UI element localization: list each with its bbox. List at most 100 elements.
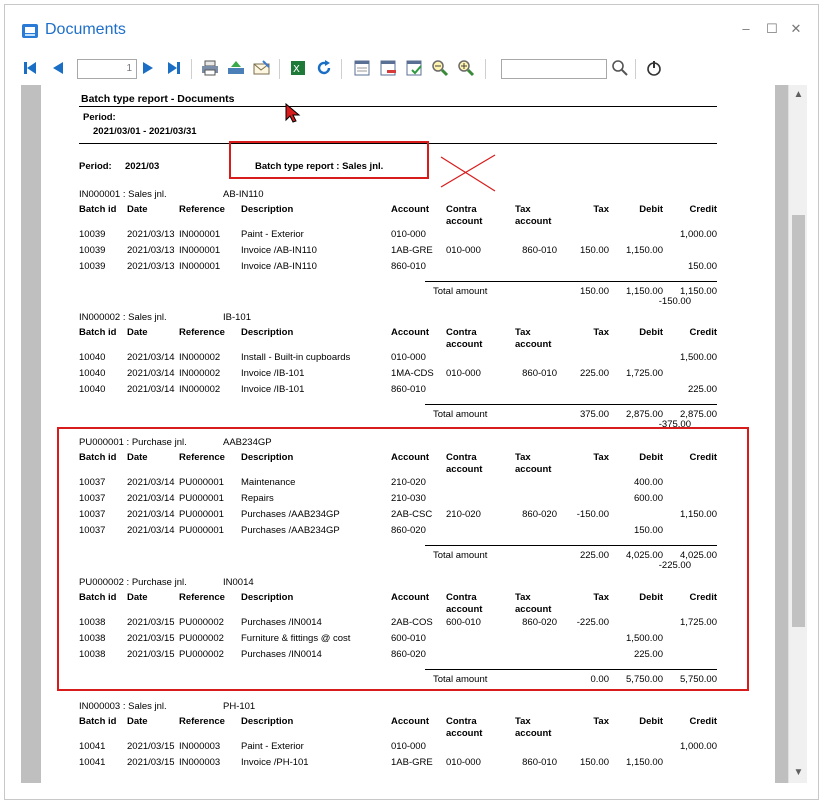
last-page-button[interactable]	[163, 57, 185, 79]
table-cell: IN000002	[179, 368, 221, 379]
column-header: Batch id	[79, 716, 117, 727]
total-label: Total amount	[433, 409, 488, 420]
table-cell: 010-000	[391, 741, 426, 752]
table-cell: 1,500.00	[680, 352, 717, 363]
table-cell: 10040	[79, 368, 106, 379]
column-header: Reference	[179, 716, 225, 727]
total-label: Total amount	[433, 286, 488, 297]
zoom-in-button[interactable]	[455, 57, 477, 79]
column-header: Debit	[639, 327, 663, 338]
scroll-up-icon[interactable]: ▲	[789, 87, 807, 103]
table-cell: 10039	[79, 245, 106, 256]
batch-heading: IN000002 : Sales jnl.	[79, 312, 167, 323]
column-header: Tax	[593, 327, 609, 338]
table-cell: 10039	[79, 229, 106, 240]
period-range: 2021/03/01 - 2021/03/31	[93, 126, 197, 137]
next-page-button[interactable]	[137, 57, 159, 79]
first-page-button[interactable]	[19, 57, 41, 79]
scroll-thumb[interactable]	[792, 215, 805, 627]
table-cell: 2021/03/13	[127, 245, 175, 256]
table-cell: 10040	[79, 352, 106, 363]
table-cell: 010-000	[391, 229, 426, 240]
toolbar-separator	[191, 59, 192, 79]
toolbar-separator	[485, 59, 486, 79]
power-button[interactable]	[643, 57, 665, 79]
table-cell: Invoice /PH-101	[241, 757, 309, 768]
batch-reference: AB-IN110	[223, 189, 264, 200]
column-header: Contra	[446, 716, 477, 727]
batch-reference: IB-101	[223, 312, 251, 323]
table-cell: 860-010	[391, 261, 426, 272]
print-icon	[202, 60, 218, 76]
print-button[interactable]	[199, 57, 221, 79]
table-cell: 2021/03/14	[127, 384, 175, 395]
column-header: Tax	[515, 716, 531, 727]
table-cell: 1,150.00	[626, 757, 663, 768]
column-header: Account	[391, 716, 429, 727]
table-cell: 2021/03/15	[127, 757, 175, 768]
minimize-button[interactable]: –	[735, 19, 757, 39]
table-cell: 150.00	[579, 757, 609, 768]
search-button[interactable]	[609, 57, 631, 79]
table-cell: 225.00	[687, 384, 717, 395]
period-label: Period:	[83, 112, 116, 123]
column-header: Contra	[446, 327, 477, 338]
column-header: Reference	[179, 327, 225, 338]
check-button[interactable]	[403, 57, 425, 79]
table-cell: Install - Built-in cupboards	[241, 352, 351, 363]
mouse-cursor-icon	[285, 103, 301, 123]
batch-heading: IN000001 : Sales jnl.	[79, 189, 167, 200]
maximize-button[interactable]: ☐	[761, 19, 783, 39]
remove-button[interactable]	[377, 57, 399, 79]
column-header: Description	[241, 204, 294, 215]
column-header: Account	[391, 204, 429, 215]
column-header: Date	[127, 204, 148, 215]
column-header: account	[515, 216, 552, 227]
layout-button[interactable]	[351, 57, 373, 79]
table-cell: 860-010	[522, 245, 557, 256]
table-cell: Paint - Exterior	[241, 741, 304, 752]
column-header: Credit	[689, 716, 717, 727]
table-cell: 1MA-CDS	[391, 368, 434, 379]
column-header: Batch id	[79, 327, 117, 338]
prev-page-icon	[53, 62, 63, 74]
column-header: Reference	[179, 204, 225, 215]
table-cell: 10041	[79, 741, 106, 752]
table-cell: 10040	[79, 384, 106, 395]
table-cell: 1,725.00	[626, 368, 663, 379]
email-icon	[253, 60, 270, 75]
close-button[interactable]: ✕	[785, 19, 807, 39]
zoom-out-button[interactable]	[429, 57, 451, 79]
table-cell: 2021/03/13	[127, 229, 175, 240]
excel-button[interactable]: X	[287, 57, 309, 79]
check-icon	[406, 60, 422, 76]
table-cell: 010-000	[391, 352, 426, 363]
table-cell: 860-010	[522, 368, 557, 379]
difference-value: -150.00	[658, 296, 691, 307]
column-header: Date	[127, 327, 148, 338]
export-button[interactable]	[225, 57, 247, 79]
divider	[425, 404, 717, 405]
table-cell: 150.00	[687, 261, 717, 272]
search-icon	[612, 60, 628, 76]
table-cell: 150.00	[579, 245, 609, 256]
zoom-out-icon	[432, 60, 449, 77]
page-number-input[interactable]: 1	[77, 59, 137, 79]
vertical-scrollbar[interactable]: ▲ ▼	[788, 85, 807, 783]
table-cell: 860-010	[391, 384, 426, 395]
table-cell: 2021/03/15	[127, 741, 175, 752]
title-bar: Documents – ☐ ✕	[5, 5, 818, 51]
toolbar-separator	[341, 59, 342, 79]
table-cell: IN000001	[179, 229, 221, 240]
email-button[interactable]	[251, 57, 273, 79]
prev-page-button[interactable]	[47, 57, 69, 79]
refresh-button[interactable]	[313, 57, 335, 79]
total-value: 150.00	[579, 286, 609, 297]
divider	[425, 281, 717, 282]
column-header: Date	[127, 716, 148, 727]
column-header: Credit	[689, 204, 717, 215]
scroll-down-icon[interactable]: ▼	[789, 765, 807, 781]
export-icon	[228, 61, 244, 74]
annotation-highlight-box	[57, 427, 749, 691]
search-input[interactable]	[501, 59, 607, 79]
